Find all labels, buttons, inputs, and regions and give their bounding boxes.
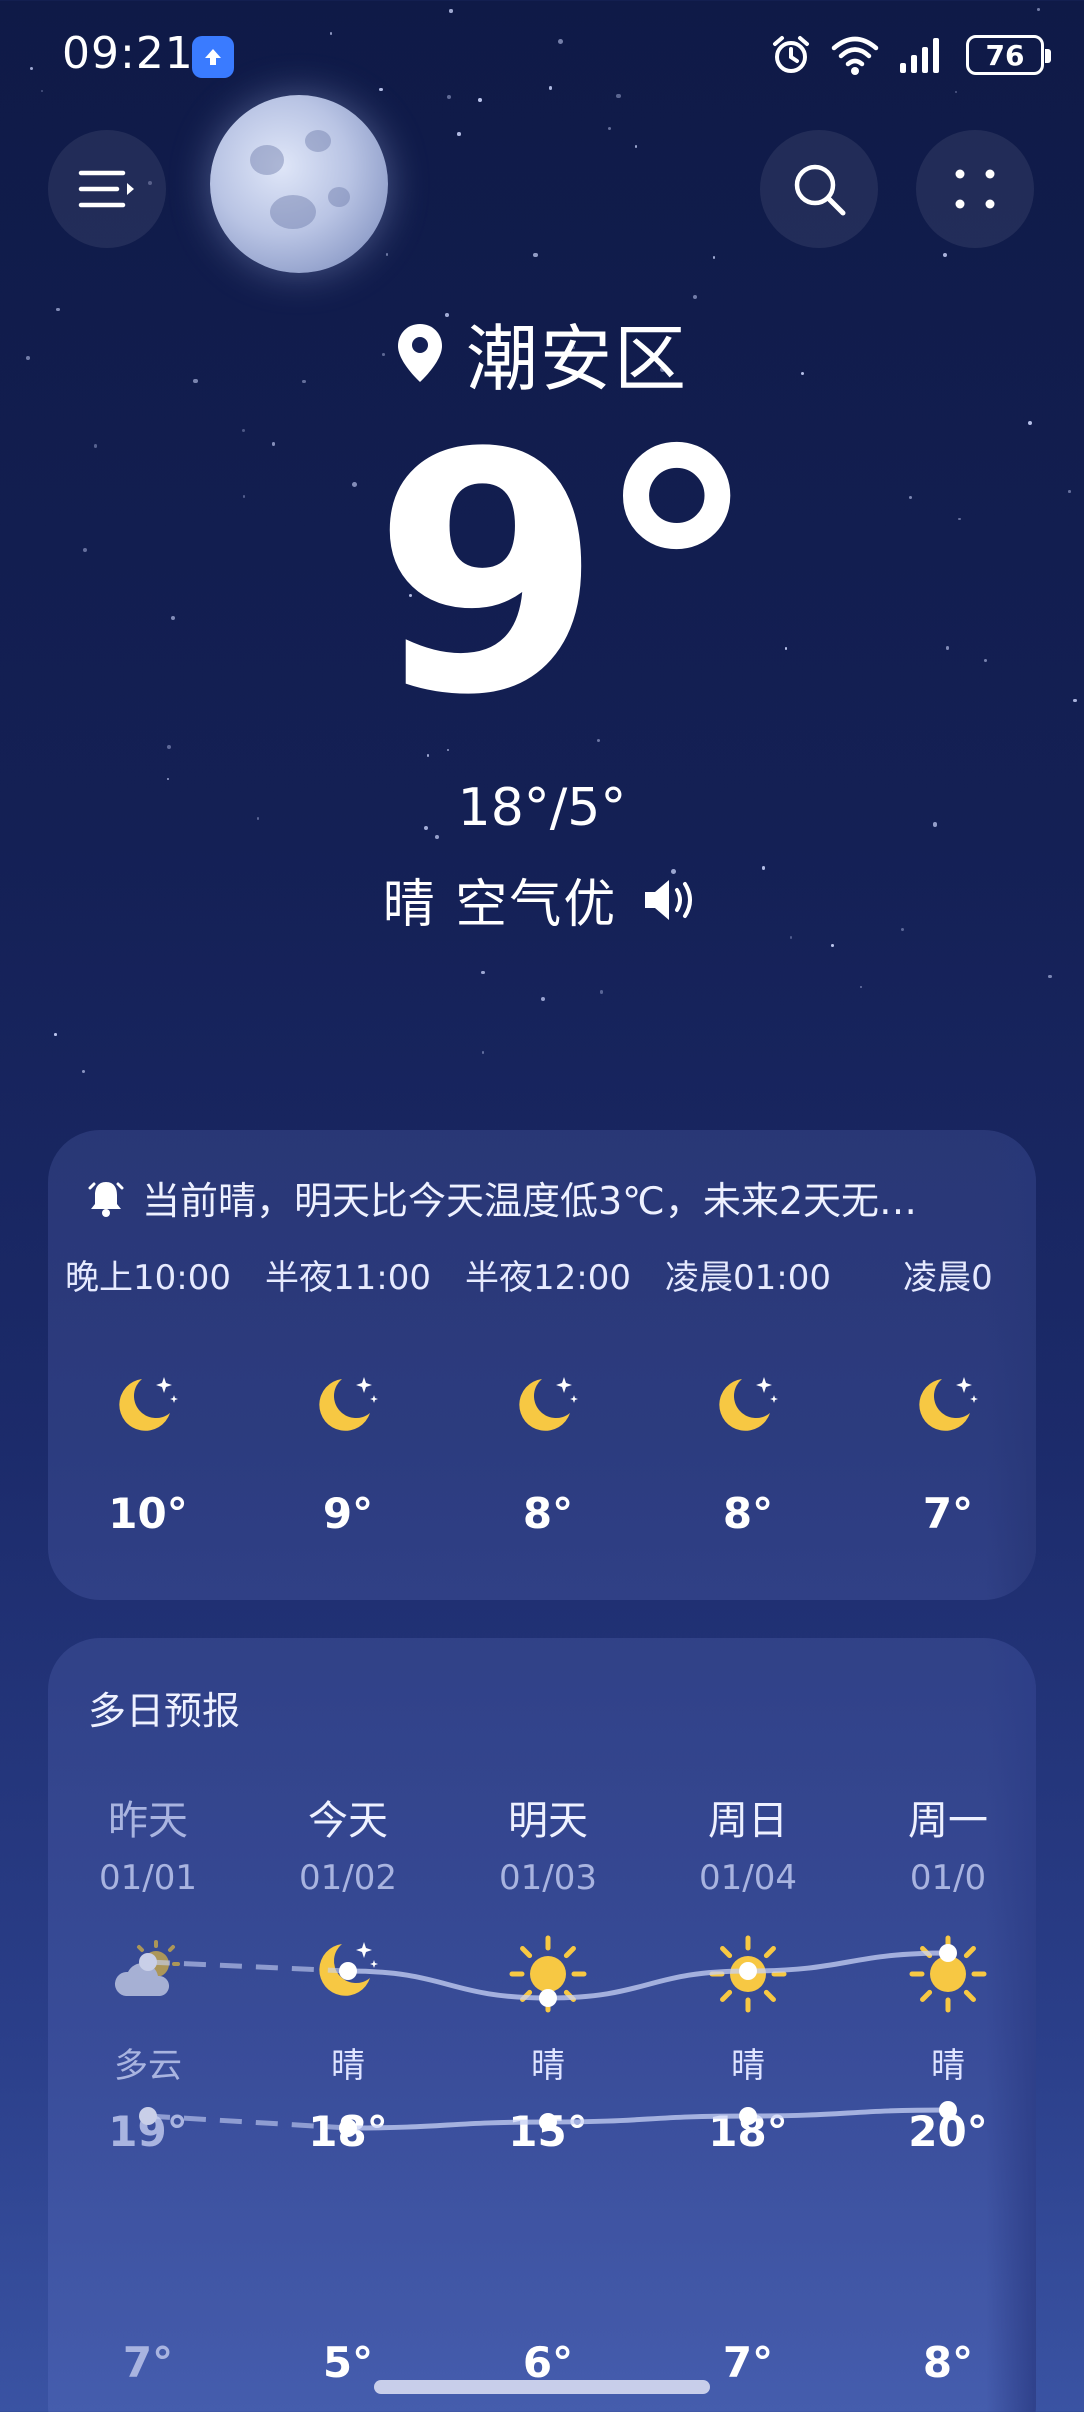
star (859, 985, 863, 989)
current-temperature: 9° (372, 383, 760, 767)
scroll-fade (986, 1130, 1036, 1600)
day-low: 7° (122, 2338, 174, 2387)
high-temp-point (739, 1962, 757, 1980)
hour-temp: 8° (722, 1489, 774, 1538)
moon-stars-icon (519, 1377, 578, 1431)
temperature-curves (139, 1944, 957, 2137)
star (481, 970, 485, 975)
star (540, 997, 545, 1002)
condition-text: 晴 空气优 (382, 875, 618, 935)
hour-temp: 10° (108, 1489, 188, 1538)
location-pin-icon (397, 323, 442, 382)
high-temp-point (939, 1944, 957, 1962)
moon-illustration (210, 95, 388, 273)
alarm-icon (773, 36, 809, 73)
star (599, 990, 604, 994)
signal-icon (900, 38, 939, 73)
weather-alert[interactable]: 当前晴，明天比今天温度低3℃，未来2天无… (88, 1170, 1006, 1225)
scroll-fade (986, 1638, 1036, 2412)
status-icons: 76 (770, 30, 1051, 80)
star (456, 132, 461, 136)
hour-time: 半夜12:00 (465, 1258, 631, 1298)
hour-temp: 8° (522, 1489, 574, 1538)
status-bar: 09:21 76 (0, 0, 1084, 110)
moon-stars-icon (319, 1377, 378, 1431)
speaker-icon[interactable] (641, 875, 701, 925)
menu-button[interactable] (48, 130, 166, 248)
daily-low-item: 7° (48, 2338, 248, 2387)
menu-icon (78, 170, 134, 208)
star (1048, 974, 1052, 978)
low-temp-point (739, 2107, 757, 2125)
star (692, 294, 698, 299)
star (81, 1070, 86, 1074)
high-temp-line (347, 1950, 949, 2001)
high-temp-point (139, 1953, 157, 1971)
day-low: 8° (922, 2338, 974, 2387)
high-temp-point (539, 1989, 557, 2007)
star (942, 252, 947, 257)
status-time: 09:21 (62, 28, 194, 79)
search-icon (794, 164, 846, 216)
hourly-forecast-card[interactable]: 当前晴，明天比今天温度低3℃，未来2天无… 晚上10:00 10° 半夜11:00… (48, 1130, 1036, 1600)
hour-temp: 9° (322, 1489, 374, 1538)
hour-time: 凌晨01:00 (665, 1258, 831, 1298)
home-indicator[interactable] (374, 2380, 710, 2394)
moon-stars-icon (119, 1377, 178, 1431)
hour-time: 半夜11:00 (265, 1258, 431, 1298)
bell-icon (88, 1181, 124, 1217)
four-dots-icon (955, 169, 995, 209)
hourly-item: 半夜11:00 9° (248, 1250, 448, 1538)
hour-time: 晚上10:00 (65, 1258, 231, 1298)
star (481, 1051, 484, 1054)
alert-text: 当前晴，明天比今天温度低3℃，未来2天无… (142, 1179, 918, 1223)
high-low-temperature: 18°/5° (457, 778, 627, 838)
hour-temp: 7° (922, 1489, 974, 1538)
daily-forecast-card[interactable]: 多日预报 昨天 01/01 多云 19°今天 01/02 晴 18°明天 01/… (48, 1638, 1036, 2412)
condition-row: 晴 空气优 (0, 862, 1084, 937)
hour-time: 凌晨0 (903, 1258, 993, 1298)
more-options-button[interactable] (916, 130, 1034, 248)
search-button[interactable] (760, 130, 878, 248)
battery-indicator: 76 (966, 35, 1051, 75)
star (385, 253, 388, 256)
low-temp-line (347, 2107, 949, 2131)
hourly-item: 半夜12:00 8° (448, 1250, 648, 1538)
high-temp-point (339, 1962, 357, 1980)
low-temp-point (539, 2113, 557, 2131)
moon-stars-icon (919, 1377, 978, 1431)
high-temp-past-segment (147, 1959, 349, 1974)
low-temp-point (339, 2119, 357, 2137)
low-temp-point (139, 2107, 157, 2125)
star (634, 145, 638, 148)
moon-stars-icon (719, 1377, 778, 1431)
hourly-item: 凌晨01:00 8° (648, 1250, 848, 1538)
star (167, 744, 172, 749)
star (54, 1033, 57, 1036)
low-temp-point (939, 2101, 957, 2119)
low-temp-past-segment (147, 2113, 349, 2131)
star (533, 252, 538, 258)
star (712, 256, 716, 259)
hourly-item: 晚上10:00 10° (48, 1250, 248, 1538)
star (607, 127, 612, 131)
wifi-icon (831, 36, 879, 75)
upload-notification-icon (192, 36, 234, 78)
hourly-list: 晚上10:00 10° 半夜11:00 9° 半夜12:00 8° 凌晨01:00 8… (48, 1250, 1036, 1538)
star (831, 944, 834, 947)
day-low: 7° (722, 2338, 774, 2387)
day-low: 5° (322, 2338, 374, 2387)
